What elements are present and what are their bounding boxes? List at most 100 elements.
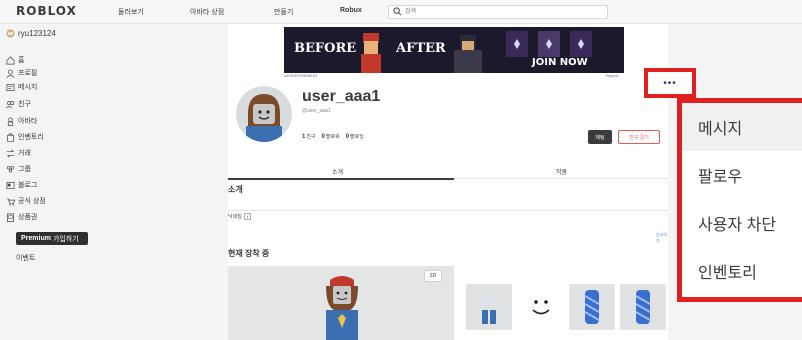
premium-join-button[interactable]: Premium 가입하기 [16, 232, 88, 245]
sidebar-item-events[interactable]: 이벤트 [16, 253, 35, 263]
shop-icon [6, 197, 15, 206]
tab-creations[interactable]: 작품 [556, 167, 567, 176]
top-navigation-bar: ROBLOX 둘러보기 아바타 상점 만들기 Robux [0, 0, 802, 24]
premium-join-label: 가입하기 [52, 235, 79, 243]
sidebar-item-home[interactable]: 홈 [6, 55, 24, 65]
avatar-icon [7, 117, 14, 126]
menu-item-follow[interactable]: 팔로우 [682, 151, 802, 199]
followers-count: 0 [321, 134, 325, 140]
toggle-3d-button[interactable]: 3D [424, 270, 442, 282]
search-input[interactable] [405, 6, 605, 18]
item-shirt-image [478, 292, 500, 324]
item-arm-image [584, 290, 600, 324]
avatar-full-body-image [326, 276, 358, 340]
sidebar-item-label: 홈 [18, 57, 25, 64]
active-tab-indicator [228, 178, 454, 180]
ad-before-text: BEFORE [294, 41, 357, 56]
following-stat[interactable]: 0팔로잉 [346, 133, 364, 140]
advertisement-label: ADVERTISEMENT [284, 73, 318, 78]
message-icon [6, 83, 15, 91]
more-options-button[interactable]: ••• [644, 68, 696, 98]
followers-stat[interactable]: 0팔로워 [322, 133, 340, 140]
profile-main-panel: BEFORE AFTER JOIN NOW ADVERTISEMENT Repo… [228, 24, 668, 340]
avatar-3d-viewer[interactable]: 3D [228, 266, 454, 340]
sidebar-item-giftcards[interactable]: 상품권 [6, 212, 37, 222]
add-friend-button[interactable]: 친구 걸기 [618, 130, 660, 144]
worn-item-tile[interactable] [518, 284, 564, 330]
sidebar-item-groups[interactable]: 그룹 [6, 164, 31, 174]
sidebar-item-label: 아바타 [18, 118, 38, 125]
profile-tabs: 소개 작품 [228, 163, 668, 179]
ad-report-link[interactable]: Report [606, 73, 618, 78]
groups-icon [7, 165, 14, 173]
ad-character-before-image [361, 33, 381, 73]
currently-wearing-heading: 현재 장착 중 [228, 249, 270, 258]
profile-stats: 1친구 0팔로워 0팔로잉 [302, 133, 364, 140]
sidebar-item-label: 거래 [18, 150, 31, 157]
inventory-icon [6, 133, 15, 142]
followers-label: 팔로워 [325, 134, 340, 140]
nav-avatar-shop[interactable]: 아바타 상점 [190, 7, 224, 17]
following-label: 팔로잉 [350, 134, 364, 140]
tab-about[interactable]: 소개 [332, 167, 343, 176]
sidebar-item-label: 메시지 [18, 84, 38, 91]
search-box[interactable] [388, 5, 608, 19]
blog-icon [6, 181, 15, 189]
nickname-label: 닉네임 [228, 214, 242, 220]
about-divider [228, 210, 668, 211]
profile-avatar-thumbnail[interactable] [236, 86, 292, 142]
following-count: 0 [345, 134, 350, 140]
trade-icon [6, 149, 15, 157]
sidebar-item-label: 친구 [18, 101, 31, 108]
sidebar-item-label: 공식 상점 [18, 198, 46, 205]
sidebar-item-messages[interactable]: 메시지 [6, 82, 37, 92]
menu-item-message[interactable]: 메시지 [682, 103, 802, 151]
chat-button[interactable]: 채팅 [588, 130, 612, 144]
worn-item-tile[interactable] [569, 284, 615, 330]
friends-stat[interactable]: 1친구 [302, 133, 316, 140]
left-sidebar: ryu123124 홈 프로필 메시지 친구 아바타 인벤토리 거래 그룹 블로… [0, 24, 92, 340]
roblox-logo[interactable]: ROBLOX [16, 4, 77, 18]
user-avatar-icon [6, 29, 15, 38]
worn-item-tile[interactable] [466, 284, 512, 330]
profile-options-menu: 메시지 팔로우 사용자 차단 인벤토리 [677, 98, 802, 302]
worn-item-tile[interactable] [620, 284, 666, 330]
friends-icon [6, 100, 15, 108]
ad-character-after-image [454, 35, 482, 73]
advertisement-banner[interactable]: BEFORE AFTER JOIN NOW [284, 27, 624, 73]
premium-label: Premium [21, 235, 51, 242]
friends-count: 1 [302, 134, 306, 140]
menu-item-inventory[interactable]: 인벤토리 [682, 247, 802, 295]
nickname-info-icon[interactable] [243, 213, 251, 220]
sidebar-item-label: 그룹 [18, 166, 31, 173]
sidebar-user[interactable]: ryu123124 [6, 29, 56, 38]
ad-after-text: AFTER [396, 41, 446, 56]
sidebar-item-label: 상품권 [18, 214, 38, 221]
avatar-headshot-image [246, 94, 282, 142]
item-smile-face-image [532, 300, 550, 315]
sidebar-username: ryu123124 [18, 29, 56, 38]
sidebar-item-blog[interactable]: 블로그 [6, 180, 37, 190]
sidebar-item-official-shop[interactable]: 공식 상점 [6, 196, 46, 206]
nav-robux[interactable]: Robux [340, 7, 362, 14]
home-icon [6, 55, 15, 64]
ad-join-text: JOIN NOW [532, 57, 588, 68]
sidebar-item-friends[interactable]: 친구 [6, 99, 31, 109]
menu-item-block-user[interactable]: 사용자 차단 [682, 199, 802, 247]
sidebar-item-profile[interactable]: 프로필 [6, 68, 37, 78]
profile-handle: @user_aaa1 [302, 108, 331, 114]
nav-create[interactable]: 만들기 [274, 7, 293, 17]
giftcard-icon [6, 213, 15, 222]
nickname-row: 닉네임 [228, 213, 251, 220]
sidebar-item-label: 인벤토리 [18, 134, 44, 141]
report-abuse-link[interactable]: 신고하기 [656, 232, 668, 244]
friends-label: 친구 [306, 134, 316, 140]
ad-decoration-image [506, 31, 592, 57]
nav-discover[interactable]: 둘러보기 [118, 7, 144, 17]
sidebar-item-label: 블로그 [18, 182, 38, 189]
search-icon [393, 7, 402, 16]
profile-username: user_aaa1 [302, 88, 381, 105]
sidebar-item-avatar[interactable]: 아바타 [6, 116, 37, 126]
sidebar-item-inventory[interactable]: 인벤토리 [6, 132, 44, 142]
sidebar-item-trade[interactable]: 거래 [6, 148, 31, 158]
